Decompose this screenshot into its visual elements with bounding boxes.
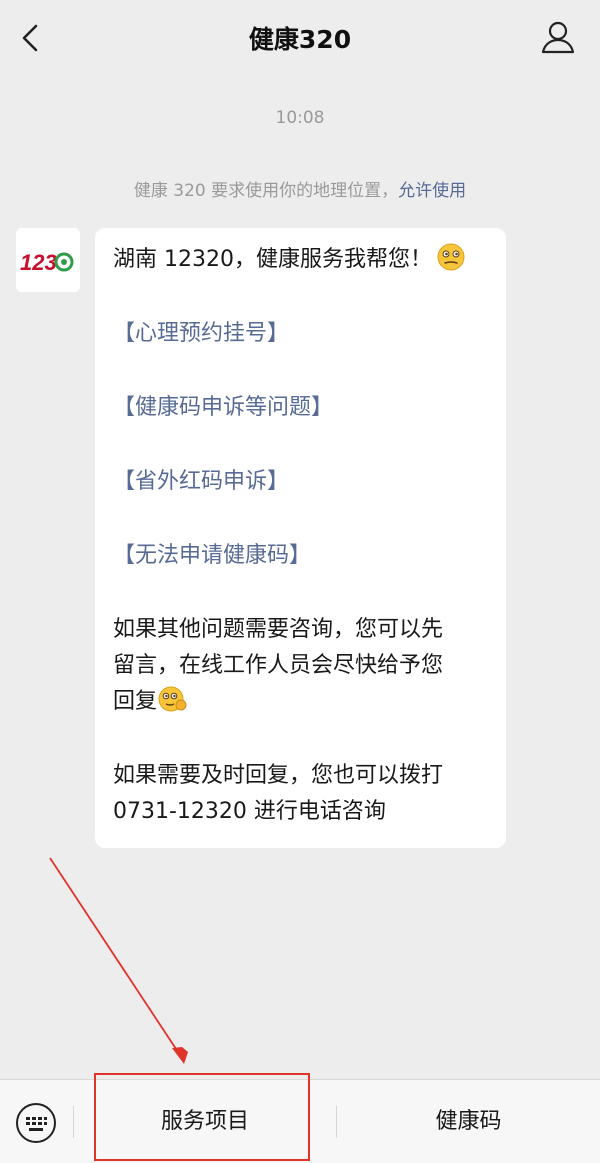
- link-cannot-apply-health-code[interactable]: 【无法申请健康码】: [113, 538, 488, 574]
- link-psych-appointment[interactable]: 【心理预约挂号】: [113, 316, 488, 352]
- paragraph2-line: 如果需要及时回复，您也可以拨打: [113, 763, 444, 788]
- message-timestamp: 10:08: [275, 108, 325, 128]
- keyboard-icon: [16, 1103, 56, 1143]
- ok-hand-emoji-icon: [158, 686, 187, 712]
- smirk-emoji-icon: [437, 243, 465, 271]
- link-out-of-province-red-code[interactable]: 【省外红码申诉】: [113, 464, 488, 500]
- chat-header: 健康320: [0, 0, 600, 76]
- keyboard-toggle-button[interactable]: [15, 1102, 57, 1144]
- avatar[interactable]: 123: [16, 228, 80, 292]
- paragraph1-line-text: 回复: [113, 689, 158, 714]
- menu-item-health-code[interactable]: 健康码: [337, 1080, 600, 1163]
- paragraph1-line: 回复: [113, 684, 488, 720]
- page-title: 健康320: [248, 25, 352, 54]
- annotation-highlight-box: [94, 1073, 310, 1161]
- message-bubble: 湖南 12320，健康服务我帮您！ 【心理预约挂号】 【健康码申诉等问题】 【省…: [95, 228, 506, 848]
- greeting-text: 湖南 12320，健康服务我帮您！: [113, 247, 432, 272]
- logo-12320-icon: 123: [16, 228, 80, 292]
- paragraph2-line: 0731-12320 进行电话咨询: [113, 799, 386, 824]
- paragraph1-line: 留言，在线工作人员会尽快给予您: [113, 653, 444, 678]
- paragraph1-line: 如果其他问题需要咨询，您可以先: [113, 617, 444, 642]
- location-request-text: 健康 320 要求使用你的地理位置，: [133, 181, 399, 201]
- allow-location-link[interactable]: 允许使用: [398, 181, 466, 201]
- greeting-line: 湖南 12320，健康服务我帮您！: [113, 242, 488, 278]
- person-icon: [541, 21, 575, 54]
- profile-button[interactable]: [538, 18, 578, 58]
- svg-text:123: 123: [20, 250, 57, 275]
- link-health-code-appeal[interactable]: 【健康码申诉等问题】: [113, 390, 488, 426]
- location-request-notice: 健康 320 要求使用你的地理位置，允许使用: [0, 176, 600, 201]
